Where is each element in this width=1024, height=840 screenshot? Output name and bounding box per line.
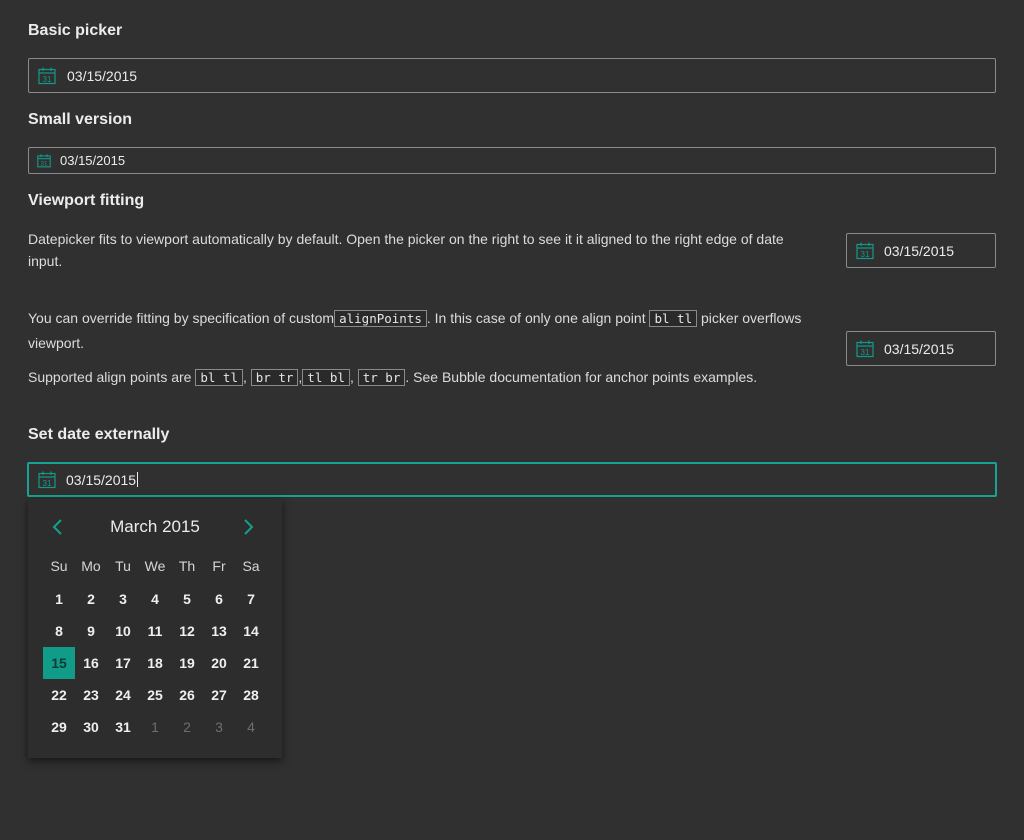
calendar-day[interactable]: 1 xyxy=(139,711,171,743)
text-segment: . See Bubble documentation for anchor po… xyxy=(405,369,758,385)
align-points-description: You can override fitting by specificatio… xyxy=(28,306,808,355)
calendar-day[interactable]: 1 xyxy=(43,583,75,615)
svg-text:31: 31 xyxy=(43,479,52,488)
calendar-day[interactable]: 17 xyxy=(107,647,139,679)
date-value: 03/15/2015 xyxy=(67,67,138,84)
weekday-header: We xyxy=(144,558,166,574)
section-title-viewport: Viewport fitting xyxy=(28,192,145,209)
calendar-day[interactable]: 2 xyxy=(171,711,203,743)
calendar-day[interactable]: 5 xyxy=(171,583,203,615)
code-bl-tl: bl tl xyxy=(195,369,243,386)
weekday-header: Tu xyxy=(115,558,131,574)
calendar-day[interactable]: 10 xyxy=(107,615,139,647)
chevron-right-icon[interactable] xyxy=(240,517,256,537)
calendar-day[interactable]: 30 xyxy=(75,711,107,743)
weekday-header: Sa xyxy=(242,558,260,574)
date-value: 03/15/2015 xyxy=(60,153,126,168)
external-date-input[interactable]: 31 03/15/2015 xyxy=(27,462,997,497)
svg-text:31: 31 xyxy=(41,160,48,167)
svg-text:31: 31 xyxy=(861,250,870,259)
date-value: 03/15/2015 xyxy=(884,242,955,259)
section-title-external: Set date externally xyxy=(28,426,170,443)
calendar-day[interactable]: 23 xyxy=(75,679,107,711)
viewport-date-input[interactable]: 31 03/15/2015 xyxy=(846,233,996,268)
weekday-header: Su xyxy=(50,558,68,574)
code-br-tr: br tr xyxy=(250,369,299,386)
text-segment: Supported align points are xyxy=(28,369,196,385)
svg-text:31: 31 xyxy=(43,75,52,84)
text-segment: You can override fitting by specificatio… xyxy=(28,310,335,326)
calendar-day[interactable]: 27 xyxy=(203,679,235,711)
calendar-day[interactable]: 13 xyxy=(203,615,235,647)
calendar-day[interactable]: 11 xyxy=(139,615,171,647)
calendar-day[interactable]: 29 xyxy=(43,711,75,743)
viewport-description: Datepicker fits to viewport automaticall… xyxy=(28,231,784,269)
date-value: 03/15/2015 xyxy=(66,471,137,488)
calendar-day[interactable]: 22 xyxy=(43,679,75,711)
calendar-popup: March 2015 Su Mo Tu We Th Fr Sa 1 2 3 4 5 6 7 8 9 10 11 12… xyxy=(28,499,282,758)
calendar-icon: 31 xyxy=(37,153,51,167)
code-align-points: alignPoints xyxy=(334,310,427,327)
basic-date-input[interactable]: 31 03/15/2015 xyxy=(28,58,996,93)
code-tl-bl: tl bl xyxy=(302,369,350,386)
calendar-day[interactable]: 4 xyxy=(235,711,267,743)
text-segment: . In this case of only one align point xyxy=(426,310,650,326)
text-caret xyxy=(137,472,139,487)
section-title-small: Small version xyxy=(28,111,133,128)
calendar-day[interactable]: 25 xyxy=(139,679,171,711)
align-date-input[interactable]: 31 03/15/2015 xyxy=(846,331,996,366)
calendar-day-selected[interactable]: 15 xyxy=(43,647,75,679)
calendar-day[interactable]: 26 xyxy=(171,679,203,711)
calendar-icon: 31 xyxy=(38,67,56,84)
weekday-header: Mo xyxy=(81,558,101,574)
code-tr-br: tr br xyxy=(357,369,406,386)
small-date-input[interactable]: 31 03/15/2015 xyxy=(28,147,996,174)
svg-text:31: 31 xyxy=(861,348,870,357)
section-title-basic: Basic picker xyxy=(28,22,123,39)
calendar-day[interactable]: 6 xyxy=(203,583,235,615)
calendar-day[interactable]: 21 xyxy=(235,647,267,679)
calendar-day[interactable]: 3 xyxy=(203,711,235,743)
calendar-day[interactable]: 14 xyxy=(235,615,267,647)
calendar-day[interactable]: 9 xyxy=(75,615,107,647)
calendar-day[interactable]: 28 xyxy=(235,679,267,711)
calendar-day[interactable]: 20 xyxy=(203,647,235,679)
calendar-icon: 31 xyxy=(856,340,874,357)
calendar-day[interactable]: 3 xyxy=(107,583,139,615)
calendar-day[interactable]: 8 xyxy=(43,615,75,647)
calendar-day[interactable]: 7 xyxy=(235,583,267,615)
calendar-icon: 31 xyxy=(856,242,874,259)
date-value: 03/15/2015 xyxy=(884,340,955,357)
calendar-day[interactable]: 12 xyxy=(171,615,203,647)
calendar-day[interactable]: 31 xyxy=(107,711,139,743)
calendar-day[interactable]: 2 xyxy=(75,583,107,615)
supported-align-points: Supported align points are bl tl, br tr,… xyxy=(28,369,758,386)
calendar-day[interactable]: 24 xyxy=(107,679,139,711)
code-bl-tl: bl tl xyxy=(649,310,698,327)
calendar-day[interactable]: 4 xyxy=(139,583,171,615)
calendar-icon: 31 xyxy=(38,471,56,488)
weekday-header: Fr xyxy=(212,558,226,574)
weekday-header: Th xyxy=(178,558,196,574)
calendar-day[interactable]: 18 xyxy=(139,647,171,679)
calendar-day[interactable]: 16 xyxy=(75,647,107,679)
calendar-day[interactable]: 19 xyxy=(171,647,203,679)
